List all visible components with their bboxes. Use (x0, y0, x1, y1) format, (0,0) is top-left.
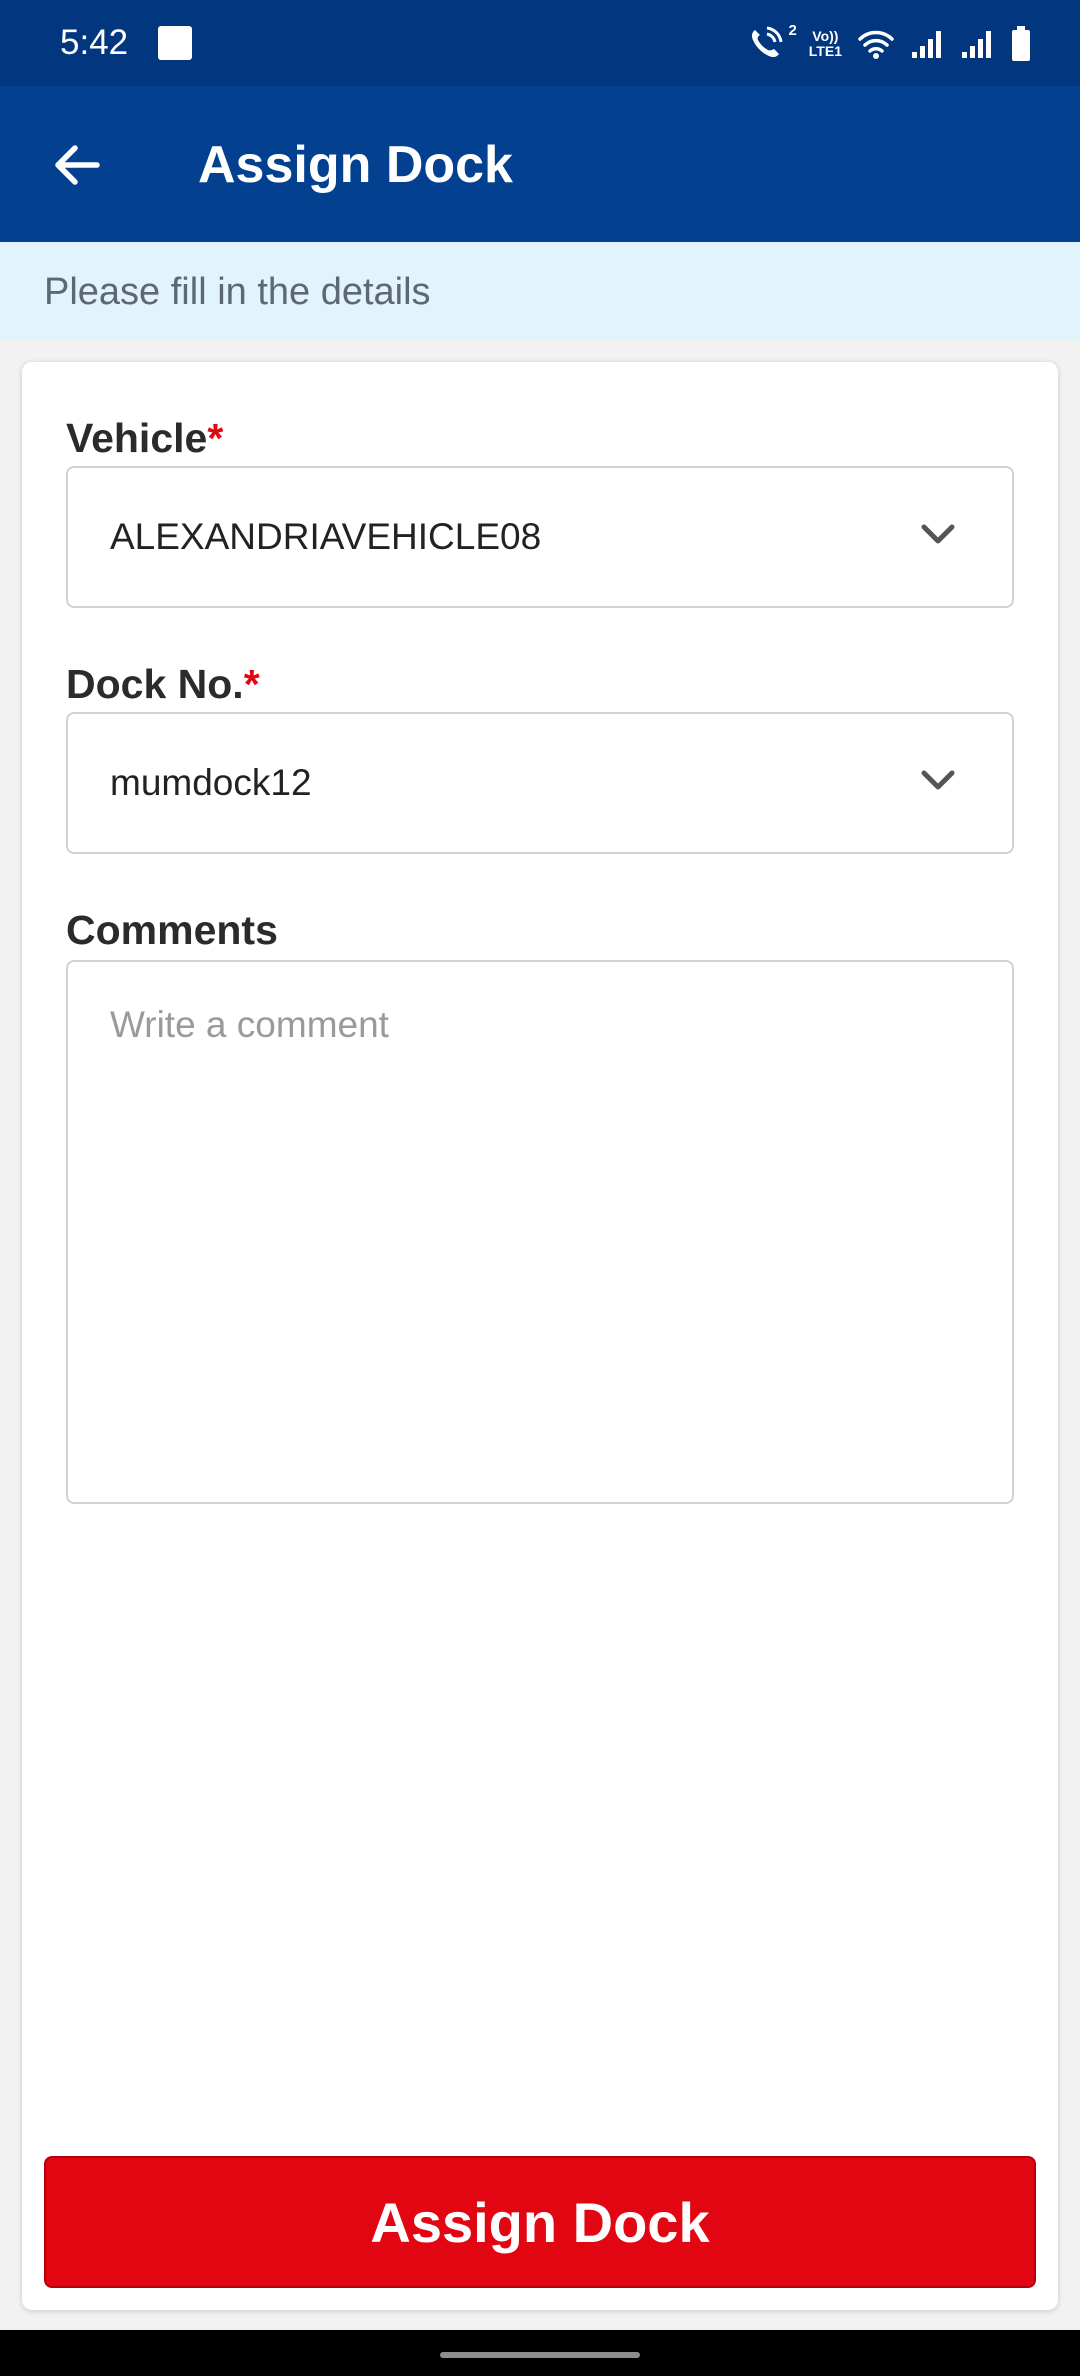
signal-icon (962, 31, 991, 58)
back-button[interactable] (42, 130, 112, 200)
wifi-icon (858, 30, 894, 59)
comments-label: Comments (66, 907, 278, 953)
vehicle-label: Vehicle* (66, 414, 223, 462)
call-badge: 2 (788, 22, 797, 39)
chevron-down-icon (921, 524, 955, 544)
volte-line1: Vo)) (812, 28, 839, 44)
app-notification-icon (158, 26, 192, 60)
instruction-text: Please fill in the details (44, 271, 431, 313)
instruction-banner: Please fill in the details (0, 242, 1080, 340)
status-time: 5:42 (60, 23, 129, 62)
comment-input[interactable] (66, 960, 1014, 1504)
volte-line2: LTE1 (808, 43, 842, 59)
assign-dock-button[interactable]: Assign Dock (44, 2156, 1036, 2288)
chevron-down-icon (921, 770, 955, 790)
page-title: Assign Dock (198, 136, 513, 194)
vehicle-label-text: Vehicle (66, 415, 208, 461)
dock-select[interactable]: mumdock12 (66, 712, 1014, 854)
home-gesture-handle[interactable] (440, 2352, 640, 2358)
vehicle-select[interactable]: ALEXANDRIAVEHICLE08 (66, 466, 1014, 608)
dock-label-text: Dock No. (66, 661, 244, 707)
status-bar: 5:42 2 Vo)) LTE1 (0, 0, 1080, 86)
required-marker: * (243, 661, 260, 707)
wifi-call-icon: 2 (747, 22, 797, 62)
arrow-left-icon (55, 145, 100, 185)
status-icons: 2 Vo)) LTE1 (747, 22, 1032, 66)
app-bar: Assign Dock (0, 86, 1080, 242)
dock-label: Dock No.* (66, 660, 260, 708)
volte-icon: Vo)) LTE1 (809, 29, 842, 59)
dock-select-value: mumdock12 (110, 762, 312, 803)
battery-icon (1012, 26, 1030, 61)
required-marker: * (207, 415, 224, 461)
form-card: Vehicle* ALEXANDRIAVEHICLE08 Dock No.* m… (22, 362, 1058, 2310)
navigation-bar (0, 2330, 1080, 2376)
vehicle-select-value: ALEXANDRIAVEHICLE08 (110, 516, 542, 557)
signal-icon (912, 31, 941, 58)
